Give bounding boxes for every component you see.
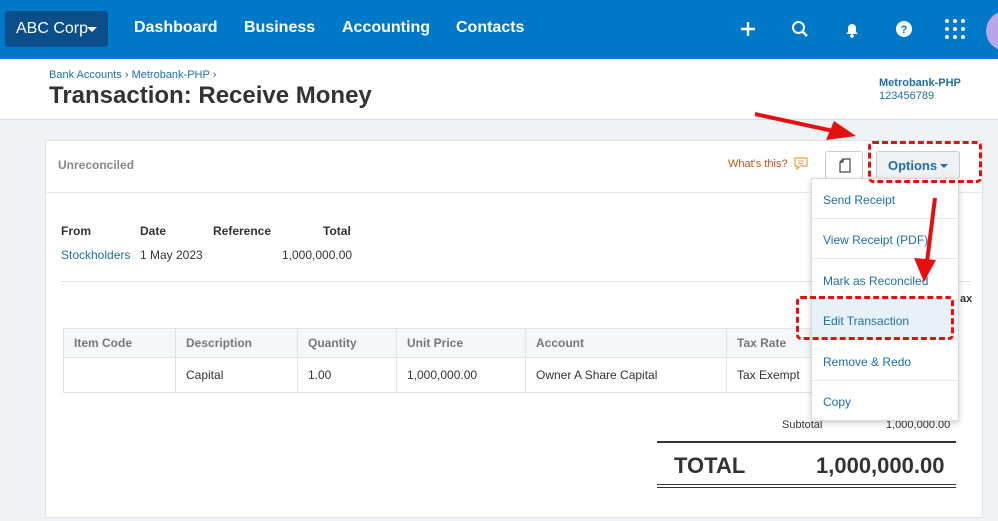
nav-accounting[interactable]: Accounting xyxy=(342,19,430,37)
nav-dashboard[interactable]: Dashboard xyxy=(134,19,218,37)
edit-transaction-highlight-box xyxy=(796,296,954,340)
svg-text:?: ? xyxy=(901,24,908,36)
account-number: 123456789 xyxy=(879,90,935,102)
nav-business[interactable]: Business xyxy=(244,19,315,37)
options-highlight-box xyxy=(868,141,982,183)
breadcrumb-account[interactable]: Metrobank-PHP xyxy=(132,69,210,81)
bell-icon[interactable] xyxy=(841,18,863,40)
breadcrumb-separator: › xyxy=(124,69,132,81)
cell-quantity: 1.00 xyxy=(297,357,397,393)
date-label: Date xyxy=(140,224,167,238)
cell-item-code xyxy=(63,357,176,393)
tax-setting-partial: ax xyxy=(960,293,973,305)
org-switcher-button[interactable]: ABC Corp xyxy=(5,11,108,47)
date-value: 1 May 2023 xyxy=(140,248,203,262)
caret-down-icon xyxy=(87,27,97,32)
cell-account: Owner A Share Capital xyxy=(525,357,727,393)
total-label: Total xyxy=(323,224,351,238)
org-name: ABC Corp xyxy=(16,20,89,37)
user-avatar[interactable] xyxy=(986,11,998,51)
cell-description: Capital xyxy=(175,357,298,393)
total-double-rule xyxy=(657,484,956,488)
breadcrumb: Bank Accounts › Metrobank-PHP › xyxy=(49,69,216,81)
nav-contacts[interactable]: Contacts xyxy=(456,19,524,37)
page-header: Bank Accounts › Metrobank-PHP › Transact… xyxy=(0,59,998,120)
col-quantity: Quantity xyxy=(297,328,397,358)
help-icon[interactable]: ? xyxy=(893,18,915,40)
menu-copy[interactable]: Copy xyxy=(812,381,958,421)
grand-total-value: 1,000,000.00 xyxy=(816,453,945,478)
reconcile-status: Unreconciled xyxy=(58,158,135,172)
plus-icon[interactable] xyxy=(737,18,759,40)
menu-remove-and-redo[interactable]: Remove & Redo xyxy=(812,341,958,381)
cell-unit-price: 1,000,000.00 xyxy=(396,357,526,393)
breadcrumb-separator: › xyxy=(212,69,217,81)
col-item-code: Item Code xyxy=(63,328,176,358)
menu-view-receipt-pdf[interactable]: View Receipt (PDF) xyxy=(812,219,958,259)
total-rule xyxy=(657,441,956,443)
breadcrumb-bank-accounts[interactable]: Bank Accounts xyxy=(49,69,122,81)
col-account: Account xyxy=(525,328,727,358)
top-nav: ABC Corp Dashboard Business Accounting C… xyxy=(0,0,998,59)
apps-grid-icon[interactable] xyxy=(944,18,966,40)
document-icon xyxy=(839,158,851,173)
col-description: Description xyxy=(175,328,298,358)
menu-mark-as-reconciled[interactable]: Mark as Reconciled xyxy=(812,260,958,300)
menu-send-receipt[interactable]: Send Receipt xyxy=(812,179,958,219)
whats-this-link[interactable]: What's this? xyxy=(728,158,788,170)
grand-total-label: TOTAL xyxy=(674,453,746,478)
attach-files-button[interactable] xyxy=(825,151,863,179)
contact-link[interactable]: Stockholders xyxy=(61,248,130,262)
speech-bubble-icon[interactable] xyxy=(793,156,809,170)
account-name-link[interactable]: Metrobank-PHP xyxy=(879,77,961,89)
total-value: 1,000,000.00 xyxy=(282,248,353,262)
col-unit-price: Unit Price xyxy=(396,328,526,358)
from-label: From xyxy=(61,224,91,238)
search-icon[interactable] xyxy=(789,18,811,40)
page-title: Transaction: Receive Money xyxy=(49,82,372,109)
reference-label: Reference xyxy=(213,224,272,238)
